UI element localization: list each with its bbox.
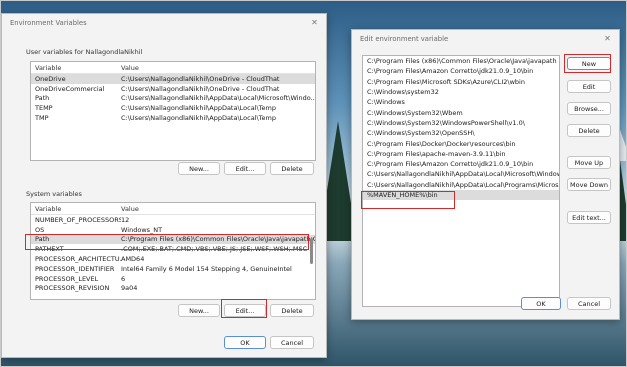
dialog-title: Edit environment variable <box>360 35 449 43</box>
scrollbar-thumb[interactable] <box>310 238 313 264</box>
list-item[interactable]: C:\Windows\System32\OpenSSH\ <box>363 128 559 138</box>
variable-value: C:\Users\NallagondlaNikhil\OneDrive - Cl… <box>121 84 280 93</box>
variable-name: Path <box>35 94 50 103</box>
edit-text-button[interactable]: Edit text... <box>567 211 611 224</box>
table-row[interactable]: OneDriveCommercial C:\Users\NallagondlaNi… <box>31 84 315 94</box>
list-item[interactable]: C:\Program Files\Amazon Corretto\jdk21.0… <box>363 66 559 76</box>
system-new-button[interactable]: New... <box>178 304 220 317</box>
cancel-button[interactable]: Cancel <box>270 336 314 349</box>
table-row[interactable]: PROCESSOR_IDENTIFIER Intel64 Family 6 Mod… <box>31 264 315 274</box>
dialog-title: Environment Variables <box>10 19 87 27</box>
list-item[interactable]: C:\Windows <box>363 97 559 107</box>
column-header-variable[interactable]: Variable <box>31 64 121 72</box>
move-up-button[interactable]: Move Up <box>567 156 611 169</box>
variable-value: C:\Users\NallagondlaNikhil\AppData\Local… <box>121 104 277 113</box>
variable-value: C:\Users\NallagondlaNikhil\AppData\Local… <box>121 94 315 103</box>
column-header-value[interactable]: Value <box>121 205 315 213</box>
edit-environment-variable-dialog: Edit environment variable ✕ C:\Program F… <box>351 29 620 320</box>
list-item[interactable]: C:\Windows\System32\Wbem <box>363 107 559 117</box>
variable-value: 12 <box>121 215 130 224</box>
variable-value: 6 <box>121 274 126 283</box>
variable-value: 9a04 <box>121 284 138 293</box>
column-header-value[interactable]: Value <box>121 64 315 72</box>
table-row[interactable]: PROCESSOR_ARCHITECTU... AMD64 <box>31 254 315 264</box>
scrollbar[interactable] <box>309 204 314 298</box>
list-item[interactable]: C:\Program Files\Amazon Corretto\jdk21.0… <box>363 159 559 169</box>
new-button[interactable]: New <box>567 57 611 70</box>
dialog-titlebar: Edit environment variable <box>352 30 619 48</box>
user-variables-label: User variables for NallagondlaNikhil <box>26 48 143 56</box>
user-delete-button[interactable]: Delete <box>270 162 314 175</box>
variable-name: OS <box>35 225 45 234</box>
environment-variables-dialog: Environment Variables ✕ User variables f… <box>1 13 327 358</box>
cancel-button[interactable]: Cancel <box>567 297 611 310</box>
system-delete-button[interactable]: Delete <box>270 304 314 317</box>
browse-button[interactable]: Browse... <box>567 102 611 115</box>
dialog-titlebar: Environment Variables <box>2 14 326 32</box>
variable-value: Windows_NT <box>121 225 163 234</box>
variable-name: NUMBER_OF_PROCESSORS <box>35 215 121 224</box>
variable-value: C:\Program Files (x86)\Common Files\Orac… <box>121 235 315 244</box>
user-variables-list[interactable]: Variable Value OneDrive C:\Users\Nallagon… <box>30 61 316 161</box>
list-item[interactable]: C:\Program Files\Microsoft SDKs\Azure\CL… <box>363 77 559 87</box>
grid-header: Variable Value <box>31 62 315 74</box>
screenshot-frame: Environment Variables ✕ User variables f… <box>0 0 627 367</box>
table-row[interactable]: TEMP C:\Users\NallagondlaNikhil\AppData\L… <box>31 103 315 113</box>
variable-value: .COM;.EXE;.BAT;.CMD;.VBS;.VBE;.JS;.JSE;.… <box>121 245 308 254</box>
list-item[interactable]: C:\Users\NallagondlaNikhil\AppData\Local… <box>363 169 559 179</box>
variable-name: PROCESSOR_REVISION <box>35 284 110 293</box>
variable-name: OneDriveCommercial <box>35 84 105 93</box>
table-row[interactable]: OneDrive C:\Users\NallagondlaNikhil\OneDr… <box>31 74 315 84</box>
variable-name: PROCESSOR_IDENTIFIER <box>35 264 115 273</box>
list-item[interactable]: C:\Program Files (x86)\Common Files\Orac… <box>363 56 559 66</box>
variable-value: C:\Users\NallagondlaNikhil\OneDrive - Cl… <box>121 74 280 83</box>
ok-button[interactable]: OK <box>521 297 561 310</box>
variable-value: AMD64 <box>121 255 145 264</box>
variable-name: OneDrive <box>35 74 66 83</box>
table-row[interactable]: PROCESSOR_REVISION 9a04 <box>31 284 315 294</box>
list-item[interactable]: C:\Windows\system32 <box>363 87 559 97</box>
column-header-variable[interactable]: Variable <box>31 205 121 213</box>
path-list[interactable]: C:\Program Files (x86)\Common Files\Orac… <box>362 55 560 307</box>
table-row[interactable]: PATHEXT .COM;.EXE;.BAT;.CMD;.VBS;.VBE;.JS… <box>31 244 315 254</box>
table-row[interactable]: Path C:\Program Files (x86)\Common Files\… <box>31 234 315 245</box>
variable-name: PROCESSOR_ARCHITECTU... <box>35 255 121 264</box>
table-row[interactable]: Path C:\Users\NallagondlaNikhil\AppData\L… <box>31 94 315 104</box>
list-item-maven-home[interactable]: %MAVEN_HOME%\bin <box>363 189 559 201</box>
close-icon[interactable]: ✕ <box>603 34 612 43</box>
variable-name: Path <box>35 235 50 244</box>
system-variables-label: System variables <box>26 190 82 198</box>
system-edit-button[interactable]: Edit... <box>224 304 266 317</box>
user-edit-button[interactable]: Edit... <box>224 162 266 175</box>
close-icon[interactable]: ✕ <box>310 18 319 27</box>
move-down-button[interactable]: Move Down <box>567 178 611 191</box>
table-row[interactable]: PROCESSOR_LEVEL 6 <box>31 274 315 284</box>
edit-button[interactable]: Edit <box>567 80 611 93</box>
list-item[interactable]: C:\Program Files\apache-maven-3.9.11\bin <box>363 149 559 159</box>
table-row[interactable]: OS Windows_NT <box>31 225 315 235</box>
user-new-button[interactable]: New... <box>178 162 220 175</box>
variable-name: PATHEXT <box>35 245 64 254</box>
list-item[interactable]: C:\Windows\System32\WindowsPowerShell\v1… <box>363 118 559 128</box>
system-variables-list[interactable]: Variable Value NUMBER_OF_PROCESSORS 12 OS… <box>30 202 316 300</box>
variable-value: C:\Users\NallagondlaNikhil\AppData\Local… <box>121 114 277 123</box>
list-item[interactable]: C:\Program Files\Docker\Docker\resources… <box>363 138 559 148</box>
grid-header: Variable Value <box>31 203 315 215</box>
variable-name: TMP <box>35 114 49 123</box>
variable-name: PROCESSOR_LEVEL <box>35 274 99 283</box>
delete-button[interactable]: Delete <box>567 124 611 137</box>
list-item[interactable]: C:\Users\NallagondlaNikhil\AppData\Local… <box>363 180 559 190</box>
table-row[interactable]: TMP C:\Users\NallagondlaNikhil\AppData\Lo… <box>31 113 315 123</box>
table-row[interactable]: NUMBER_OF_PROCESSORS 12 <box>31 215 315 225</box>
variable-name: TEMP <box>35 104 53 113</box>
ok-button[interactable]: OK <box>224 336 266 349</box>
variable-value: Intel64 Family 6 Model 154 Stepping 4, G… <box>121 264 292 273</box>
